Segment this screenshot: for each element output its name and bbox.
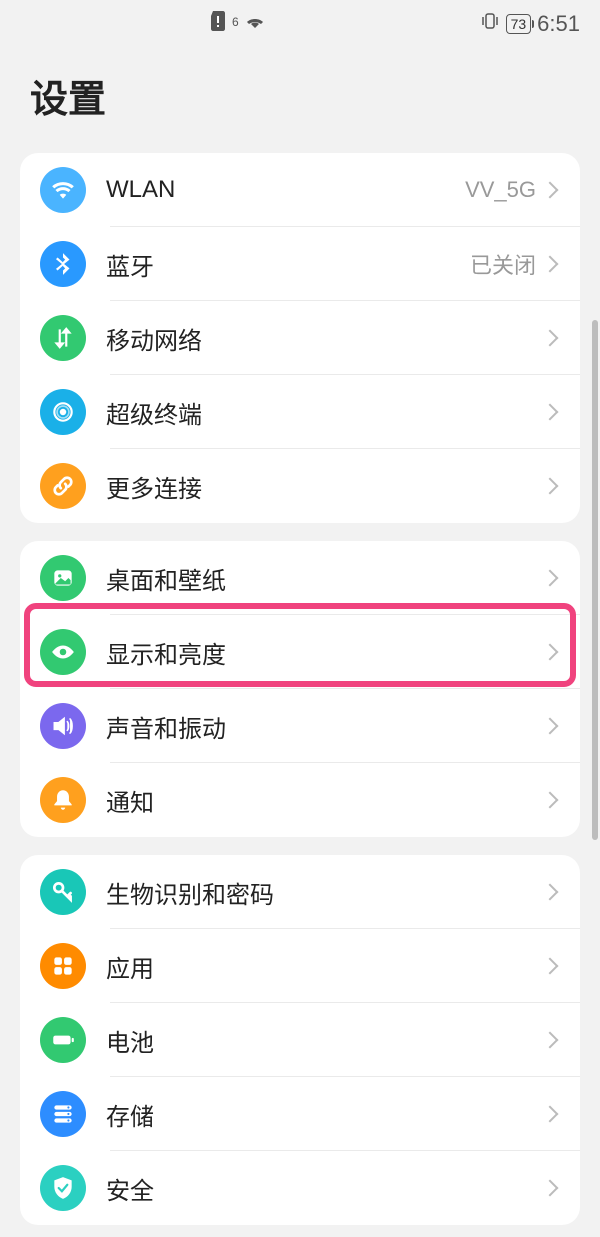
vibrate-icon bbox=[480, 11, 500, 37]
row-label: 桌面和壁纸 bbox=[106, 561, 544, 596]
row-battery[interactable]: 电池 bbox=[20, 1003, 580, 1077]
row-label: 更多连接 bbox=[106, 469, 544, 504]
settings-section-system: 生物识别和密码 应用 电池 存储 安全 bbox=[20, 855, 580, 1225]
row-apps[interactable]: 应用 bbox=[20, 929, 580, 1003]
row-label: 通知 bbox=[106, 783, 544, 818]
chevron-right-icon bbox=[542, 792, 559, 809]
row-notifications[interactable]: 通知 bbox=[20, 763, 580, 837]
row-storage[interactable]: 存储 bbox=[20, 1077, 580, 1151]
shield-icon bbox=[40, 1165, 86, 1211]
row-display-brightness[interactable]: 显示和亮度 bbox=[20, 615, 580, 689]
status-bar: 6 73 6:51 bbox=[0, 0, 600, 48]
wifi-icon bbox=[245, 13, 265, 36]
page-title: 设置 bbox=[30, 68, 570, 123]
chevron-right-icon bbox=[542, 884, 559, 901]
super-device-icon bbox=[40, 389, 86, 435]
status-right: 73 6:51 bbox=[480, 11, 580, 37]
wifi-6-icon: 6 bbox=[232, 15, 239, 29]
clock-time: 6:51 bbox=[537, 11, 580, 37]
wallpaper-icon bbox=[40, 555, 86, 601]
row-label: 存储 bbox=[106, 1097, 544, 1132]
settings-section-network: WLAN VV_5G 蓝牙 已关闭 移动网络 超级终端 更多连接 bbox=[20, 153, 580, 523]
battery-icon: 73 bbox=[506, 14, 532, 34]
row-label: 声音和振动 bbox=[106, 709, 544, 744]
row-home-wallpaper[interactable]: 桌面和壁纸 bbox=[20, 541, 580, 615]
row-label: 应用 bbox=[106, 949, 544, 984]
row-label: WLAN bbox=[106, 176, 465, 204]
chevron-right-icon bbox=[542, 478, 559, 495]
chevron-right-icon bbox=[542, 182, 559, 199]
chevron-right-icon bbox=[542, 1180, 559, 1197]
row-super-device[interactable]: 超级终端 bbox=[20, 375, 580, 449]
status-left: 6 bbox=[210, 11, 265, 37]
chevron-right-icon bbox=[542, 256, 559, 273]
mobile-data-icon bbox=[40, 315, 86, 361]
row-label: 显示和亮度 bbox=[106, 635, 544, 670]
storage-icon bbox=[40, 1091, 86, 1137]
row-more-connections[interactable]: 更多连接 bbox=[20, 449, 580, 523]
battery-icon bbox=[40, 1017, 86, 1063]
row-security[interactable]: 安全 bbox=[20, 1151, 580, 1225]
bluetooth-icon bbox=[40, 241, 86, 287]
link-icon bbox=[40, 463, 86, 509]
row-label: 电池 bbox=[106, 1023, 544, 1058]
row-wlan[interactable]: WLAN VV_5G bbox=[20, 153, 580, 227]
row-label: 移动网络 bbox=[106, 321, 544, 356]
chevron-right-icon bbox=[542, 644, 559, 661]
wifi-icon bbox=[40, 167, 86, 213]
scrollbar-vertical[interactable] bbox=[592, 320, 598, 840]
row-value: 已关闭 bbox=[470, 248, 536, 280]
chevron-right-icon bbox=[542, 1106, 559, 1123]
row-bluetooth[interactable]: 蓝牙 已关闭 bbox=[20, 227, 580, 301]
chevron-right-icon bbox=[542, 1032, 559, 1049]
row-label: 超级终端 bbox=[106, 395, 544, 430]
chevron-right-icon bbox=[542, 958, 559, 975]
chevron-right-icon bbox=[542, 330, 559, 347]
chevron-right-icon bbox=[542, 404, 559, 421]
chevron-right-icon bbox=[542, 570, 559, 587]
row-label: 安全 bbox=[106, 1171, 544, 1206]
page-header: 设置 bbox=[0, 48, 600, 143]
bell-icon bbox=[40, 777, 86, 823]
chevron-right-icon bbox=[542, 718, 559, 735]
row-label: 生物识别和密码 bbox=[106, 875, 544, 910]
row-mobile-network[interactable]: 移动网络 bbox=[20, 301, 580, 375]
apps-icon bbox=[40, 943, 86, 989]
row-biometrics-password[interactable]: 生物识别和密码 bbox=[20, 855, 580, 929]
sim-warning-icon bbox=[210, 11, 226, 37]
settings-section-display: 桌面和壁纸 显示和亮度 声音和振动 通知 bbox=[20, 541, 580, 837]
sound-icon bbox=[40, 703, 86, 749]
row-label: 蓝牙 bbox=[106, 247, 470, 282]
eye-icon bbox=[40, 629, 86, 675]
key-icon bbox=[40, 869, 86, 915]
row-value: VV_5G bbox=[465, 177, 536, 203]
row-sound-vibration[interactable]: 声音和振动 bbox=[20, 689, 580, 763]
